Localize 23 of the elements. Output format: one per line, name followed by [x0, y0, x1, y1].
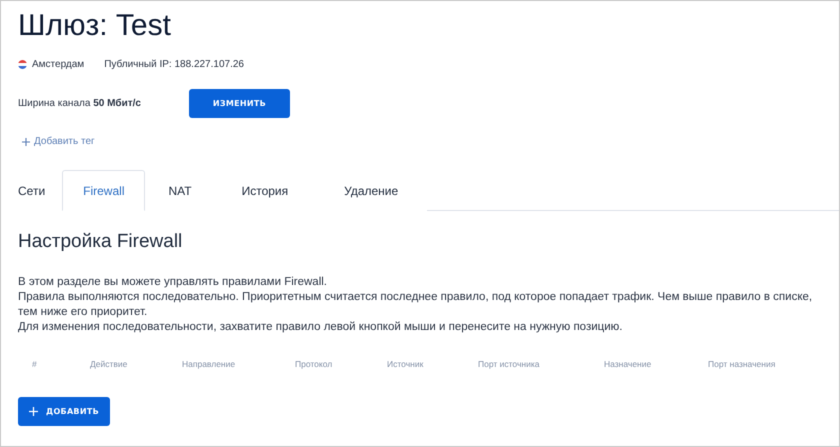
column-header: Источник — [387, 359, 424, 369]
column-header: Направление — [182, 359, 236, 369]
flag-icon — [18, 60, 27, 69]
column-header: Порт назначения — [708, 359, 776, 369]
change-button[interactable]: ИЗМЕНИТЬ — [189, 89, 290, 118]
plus-icon — [29, 407, 38, 416]
column-header: Порт источника — [478, 359, 540, 369]
description-text: Для изменения последовательности, захватите правило левой кнопкой мыши и перенесите на нужную позицию. — [18, 320, 624, 335]
page-title: Шлюз: Test — [18, 8, 172, 44]
column-header: Протокол — [295, 359, 334, 369]
add-button[interactable]: ДОБАВИТЬ — [18, 397, 110, 426]
location-label: Амстердам — [32, 59, 84, 70]
description-text: В этом разделе вы можете управлять правилами Firewall. — [18, 275, 328, 290]
public-ip: Публичный IP: 188.227.107.26 — [104, 59, 244, 70]
description-text: Правила выполняются последовательно. Приоритетным считается последнее правило, под которое попадает трафик. Чем выше правило в списке, тем ниже его приоритет. — [18, 290, 814, 320]
column-header: # — [32, 359, 38, 369]
bandwidth-label: Ширина канала 50 Мбит/с — [18, 98, 142, 109]
column-header: Действие — [90, 359, 128, 369]
add-tag-link[interactable]: Добавить тег — [22, 136, 95, 147]
section-title: Настройка Firewall — [18, 231, 184, 253]
plus-icon — [22, 138, 30, 146]
column-header: Назначение — [604, 359, 652, 369]
tab[interactable]: Firewall — [62, 170, 146, 211]
